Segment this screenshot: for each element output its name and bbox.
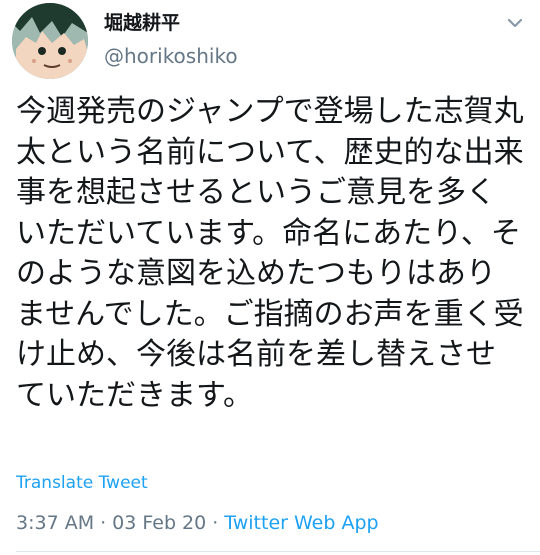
tweet-source-link[interactable]: Twitter Web App (224, 512, 378, 534)
tweet-text-line: いただいています。命名にあたり、そ (16, 215, 521, 251)
tweet-text-line: 太という名前について、歴史的な出来 (16, 134, 524, 170)
translate-tweet-link[interactable]: Translate Tweet (16, 473, 148, 493)
tweet-time[interactable]: 3:37 AM (16, 512, 94, 534)
tweet-text-line: ませんでした。ご指摘のお声を重く受 (16, 296, 524, 332)
tweet-text-line: ていただきます。 (16, 377, 253, 413)
tweet-text-line: のような意図を込めたつもりはあり (16, 256, 496, 291)
separator-dot: · (100, 512, 107, 534)
tweet-text-line: 事を想起させるというご意見を多く (16, 175, 496, 210)
tweet-text-line: 今週発売のジャンプで登場した志賀丸 (16, 94, 524, 129)
author-display-name[interactable]: 堀越耕平 (104, 8, 180, 35)
chevron-down-icon[interactable] (504, 12, 526, 34)
tweet-metadata: 3:37 AM · 03 Feb 20 · Twitter Web App (16, 512, 379, 534)
tweet-text: 今週発売のジャンプで登場した志賀丸 太という名前について、歴史的な出来 事を想起… (16, 92, 532, 416)
tweet-text-line: け止め、今後は名前を差し替えさせ (16, 337, 496, 372)
author-handle[interactable]: @horikoshiko (104, 44, 238, 68)
tweet-date[interactable]: 03 Feb 20 (112, 512, 206, 534)
separator-dot: · (212, 512, 219, 534)
divider (16, 551, 540, 552)
avatar[interactable] (12, 3, 88, 79)
